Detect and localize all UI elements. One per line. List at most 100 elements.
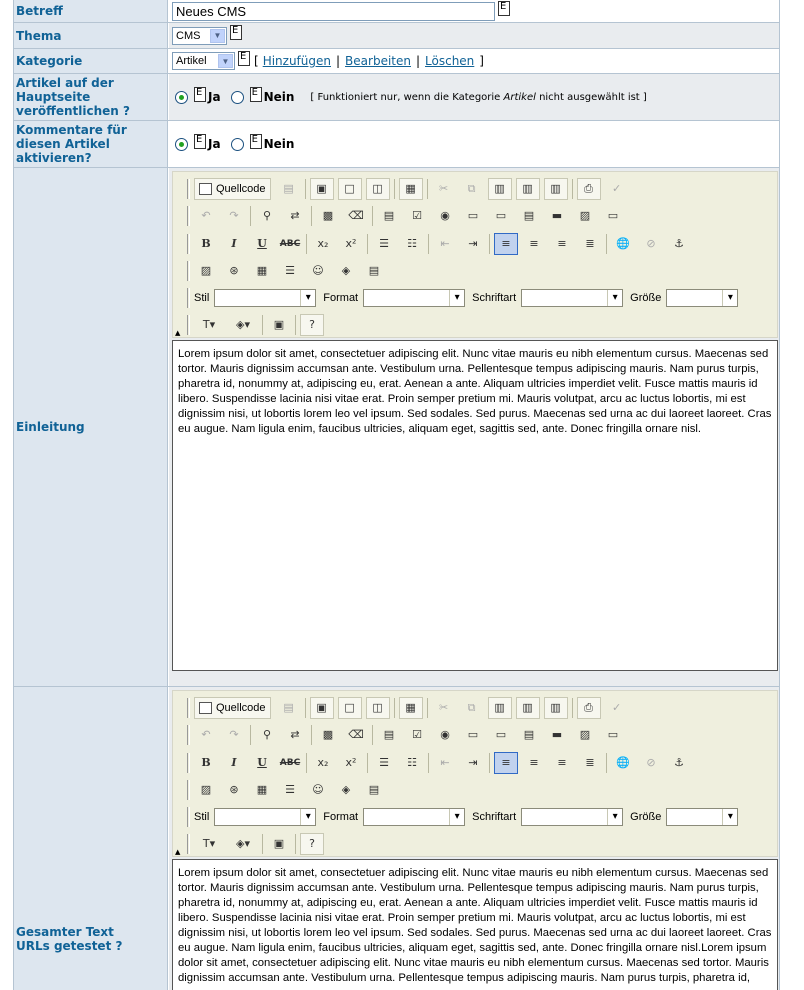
frontpage-yes-radio[interactable]	[175, 90, 188, 104]
toolbar-grip[interactable]	[187, 724, 190, 745]
cut-icon[interactable]: ✂	[432, 697, 456, 719]
bullet-list-icon[interactable]: ☷	[400, 233, 424, 255]
subscript-button[interactable]: x₂	[311, 233, 335, 255]
language-doc-icon[interactable]	[498, 0, 510, 16]
select-field-icon[interactable]: ▤	[517, 205, 541, 227]
maximize-icon[interactable]: ▣	[267, 314, 291, 336]
align-center-icon[interactable]: ≡	[522, 233, 546, 255]
paste-icon[interactable]: ▥	[487, 177, 512, 200]
templates-icon[interactable]: ▦	[398, 177, 423, 200]
font-combo[interactable]	[521, 288, 624, 307]
underline-button[interactable]: U	[250, 233, 274, 255]
fulltext-textarea[interactable]: Lorem ipsum dolor sit amet, consectetuer…	[172, 859, 778, 990]
save-icon[interactable]: ▣	[309, 696, 334, 719]
format-combo[interactable]	[363, 288, 466, 307]
select-field-icon[interactable]: ▤	[517, 724, 541, 746]
comments-yes-radio[interactable]	[175, 137, 188, 151]
link-icon[interactable]: 🌐	[611, 752, 635, 774]
size-combo[interactable]	[666, 288, 739, 307]
find-icon[interactable]: ⚲	[255, 724, 279, 746]
maximize-icon[interactable]: ▣	[267, 833, 291, 855]
cut-icon[interactable]: ✂	[432, 178, 456, 200]
undo-icon[interactable]: ↶	[194, 205, 218, 227]
toolbar-grip[interactable]	[187, 806, 190, 827]
ordered-list-icon[interactable]: ☰	[372, 233, 396, 255]
edit-category-link[interactable]: Bearbeiten	[345, 54, 411, 68]
comments-no-radio[interactable]	[230, 137, 244, 151]
paste-word-icon[interactable]: ▥	[543, 177, 568, 200]
textarea-icon[interactable]: ▭	[489, 205, 513, 227]
unlink-icon[interactable]: ⊘	[639, 233, 663, 255]
redo-icon[interactable]: ↷	[222, 205, 246, 227]
strike-button[interactable]: ABC	[278, 233, 302, 255]
textfield-icon[interactable]: ▭	[461, 724, 485, 746]
bg-color-icon[interactable]: ◈▾	[228, 833, 258, 855]
horizontal-rule-icon[interactable]: ☰	[278, 779, 302, 801]
special-char-icon[interactable]: ◈	[334, 260, 358, 282]
image-button-icon[interactable]: ▨	[573, 205, 597, 227]
subject-input[interactable]: Neues CMS	[172, 1, 495, 21]
form-icon[interactable]: ▤	[377, 724, 401, 746]
replace-icon[interactable]: ⇄	[283, 205, 307, 227]
bold-button[interactable]: B	[194, 233, 218, 255]
style-combo[interactable]	[214, 807, 317, 826]
templates-icon[interactable]: ▦	[398, 696, 423, 719]
smiley-icon[interactable]: ☺	[306, 779, 330, 801]
toolbar-grip[interactable]	[187, 233, 190, 254]
replace-icon[interactable]: ⇄	[283, 724, 307, 746]
outdent-icon[interactable]: ⇤	[433, 233, 457, 255]
checkbox-icon[interactable]: ☑	[405, 205, 429, 227]
toolbar-grip[interactable]	[187, 287, 190, 308]
align-center-icon[interactable]: ≡	[522, 752, 546, 774]
toolbar-grip[interactable]	[187, 260, 190, 281]
hidden-field-icon[interactable]: ▭	[601, 724, 625, 746]
toolbar-grip[interactable]	[187, 178, 190, 199]
textarea-icon[interactable]: ▭	[489, 724, 513, 746]
indent-icon[interactable]: ⇥	[461, 233, 485, 255]
source-button[interactable]: Quellcode	[194, 696, 271, 719]
italic-button[interactable]: I	[222, 233, 246, 255]
new-page-icon[interactable]: □	[337, 696, 362, 719]
delete-category-link[interactable]: Löschen	[425, 54, 474, 68]
button-field-icon[interactable]: ▬	[545, 205, 569, 227]
flash-icon[interactable]: ⊛	[222, 779, 246, 801]
print-preview-icon[interactable]: ◫	[365, 177, 390, 200]
textfield-icon[interactable]: ▭	[461, 205, 485, 227]
anchor-icon[interactable]: ⚓	[667, 233, 691, 255]
table-icon[interactable]: ▦	[250, 779, 274, 801]
new-page-icon[interactable]: □	[337, 177, 362, 200]
collapse-toolbar-icon[interactable]: ▲	[175, 329, 180, 337]
align-right-icon[interactable]: ≡	[550, 752, 574, 774]
align-left-icon[interactable]: ≡	[494, 232, 518, 255]
anchor-icon[interactable]: ⚓	[667, 752, 691, 774]
image-icon[interactable]: ▨	[194, 260, 218, 282]
style-combo[interactable]	[214, 288, 317, 307]
bold-button[interactable]: B	[194, 752, 218, 774]
align-justify-icon[interactable]: ≣	[578, 752, 602, 774]
language-doc-icon[interactable]	[230, 25, 242, 40]
frontpage-no-radio[interactable]	[230, 90, 244, 104]
italic-button[interactable]: I	[222, 752, 246, 774]
bg-color-icon[interactable]: ◈▾	[228, 314, 258, 336]
ordered-list-icon[interactable]: ☰	[372, 752, 396, 774]
page-break-icon[interactable]: ▤	[362, 260, 386, 282]
radio-icon[interactable]: ◉	[433, 724, 457, 746]
collapse-toolbar-icon[interactable]: ▲	[175, 848, 180, 856]
language-doc-icon[interactable]	[194, 86, 206, 102]
remove-format-icon[interactable]: ⌫	[344, 724, 368, 746]
remove-format-icon[interactable]: ⌫	[344, 205, 368, 227]
paste-word-icon[interactable]: ▥	[543, 696, 568, 719]
language-doc-icon[interactable]	[249, 86, 262, 102]
button-field-icon[interactable]: ▬	[545, 724, 569, 746]
page-break-icon[interactable]: ▤	[362, 779, 386, 801]
print-icon[interactable]: ⎙	[576, 177, 601, 200]
size-combo[interactable]	[666, 807, 739, 826]
font-combo[interactable]	[521, 807, 624, 826]
align-left-icon[interactable]: ≡	[494, 751, 518, 774]
help-button[interactable]: ?	[300, 832, 324, 855]
print-icon[interactable]: ⎙	[576, 696, 601, 719]
unlink-icon[interactable]: ⊘	[639, 752, 663, 774]
toolbar-grip[interactable]	[187, 833, 190, 854]
checkbox-icon[interactable]: ☑	[405, 724, 429, 746]
paste-text-icon[interactable]: ▥	[515, 177, 540, 200]
